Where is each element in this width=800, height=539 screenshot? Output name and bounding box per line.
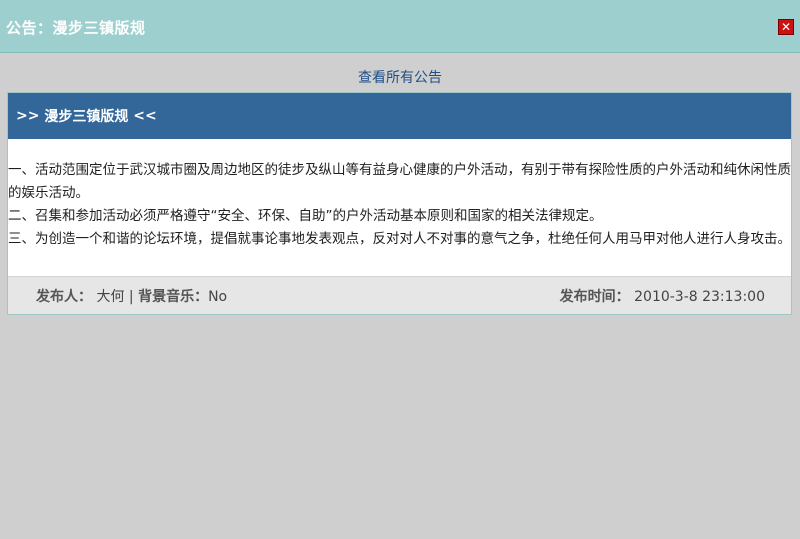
close-icon: ✕ [780, 20, 792, 34]
notice-footer: 发布人： 大何 | 背景音乐：No 发布时间： 2010-3-8 23:13:0… [8, 276, 791, 314]
dialog-title-bar: 公告：漫步三镇版规 ✕ [0, 0, 800, 53]
publish-time-value: 2010-3-8 23:13:00 [634, 289, 765, 305]
notice-body: 一、活动范围定位于武汉城市圈及周边地区的徒步及纵山等有益身心健康的户外活动，有别… [8, 139, 791, 277]
rule-paragraph-1: 一、活动范围定位于武汉城市圈及周边地区的徒步及纵山等有益身心健康的户外活动，有别… [8, 162, 791, 201]
music-label: 背景音乐： [138, 289, 209, 305]
view-all-notices-link[interactable]: 查看所有公告 [0, 67, 800, 87]
notice-panel: >> 漫步三镇版规 << 一、活动范围定位于武汉城市圈及周边地区的徒步及纵山等有… [7, 92, 792, 315]
publish-time-info: 发布时间： 2010-3-8 23:13:00 [560, 286, 765, 306]
publisher-label: 发布人： [36, 289, 92, 305]
publisher-name: 大何 [96, 289, 125, 305]
notice-title: 漫步三镇版规 [44, 109, 129, 125]
info-separator: | [128, 289, 134, 305]
music-value: No [208, 289, 228, 305]
dialog-title: 公告：漫步三镇版规 [6, 19, 146, 37]
notice-header: >> 漫步三镇版规 << [8, 93, 791, 139]
rule-paragraph-3: 三、为创造一个和谐的论坛环境，提倡就事论事地发表观点，反对对人不对事的意气之争，… [8, 231, 791, 247]
publisher-info: 发布人： 大何 | 背景音乐：No [36, 286, 227, 306]
publish-time-label: 发布时间： [559, 289, 630, 305]
close-button[interactable]: ✕ [778, 19, 794, 35]
header-suffix: << [128, 108, 157, 124]
header-prefix: >> [16, 108, 45, 124]
rule-paragraph-2: 二、召集和参加活动必须严格遵守“安全、环保、自助”的户外活动基本原则和国家的相关… [8, 208, 603, 224]
